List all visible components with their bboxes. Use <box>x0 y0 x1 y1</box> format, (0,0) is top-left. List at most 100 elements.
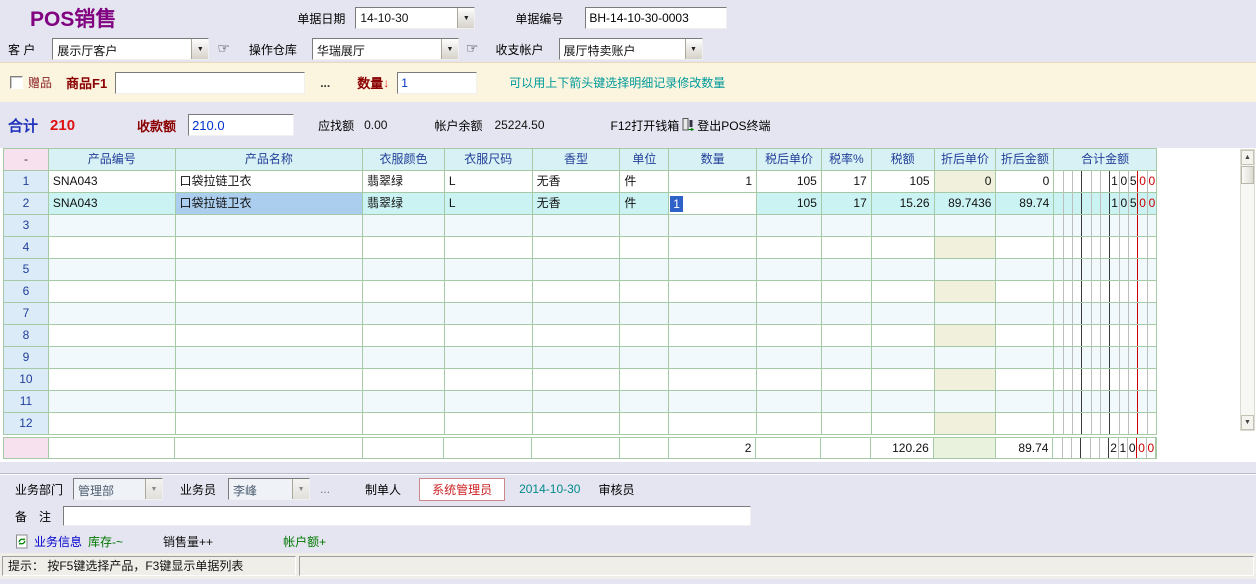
cell-size[interactable] <box>445 391 533 413</box>
cell-disc_price[interactable] <box>935 281 997 303</box>
cell-color[interactable] <box>363 303 445 325</box>
cell-qty[interactable] <box>669 237 757 259</box>
cell-name[interactable] <box>176 413 363 435</box>
cell-color[interactable] <box>363 237 445 259</box>
cell-no[interactable]: 5 <box>4 259 49 281</box>
account-combobox[interactable]: 展厅特卖账户 ▼ <box>559 38 703 60</box>
chevron-down-icon[interactable]: ▼ <box>685 39 702 59</box>
cell-unit[interactable] <box>620 215 669 237</box>
cell-name[interactable] <box>176 237 363 259</box>
cell-tax[interactable] <box>872 215 935 237</box>
chevron-down-icon[interactable]: ▼ <box>191 39 208 59</box>
note-input[interactable] <box>63 506 751 526</box>
table-row-selected[interactable]: 2SNA043口袋拉链卫衣翡翠绿L无香件11051715.2689.743689… <box>4 193 1157 215</box>
cell-name[interactable] <box>176 347 363 369</box>
cell-code[interactable] <box>49 347 176 369</box>
table-row-empty[interactable]: 12 <box>4 413 1157 435</box>
cell-unit[interactable] <box>620 325 669 347</box>
cell-disc_price[interactable] <box>935 303 997 325</box>
salesperson-more-button[interactable]: ... <box>320 482 330 496</box>
cell-amount[interactable] <box>1054 303 1157 325</box>
cell-disc_price[interactable] <box>935 413 997 435</box>
cell-scent[interactable] <box>533 303 621 325</box>
table-row-empty[interactable]: 3 <box>4 215 1157 237</box>
cell-no[interactable]: 7 <box>4 303 49 325</box>
cell-qty[interactable] <box>669 303 757 325</box>
cell-color[interactable]: 翡翠绿 <box>363 193 445 215</box>
cell-tax[interactable] <box>872 347 935 369</box>
cell-price[interactable] <box>757 215 822 237</box>
cell-disc_amount[interactable] <box>996 347 1054 369</box>
cell-color[interactable] <box>363 325 445 347</box>
cell-disc_price[interactable] <box>935 325 997 347</box>
cell-code[interactable] <box>49 413 176 435</box>
cell-qty[interactable] <box>669 325 757 347</box>
product-input[interactable] <box>115 72 305 94</box>
cell-amount[interactable] <box>1054 281 1157 303</box>
cell-name[interactable]: 口袋拉链卫衣 <box>176 193 363 215</box>
table-row[interactable]: 1SNA043口袋拉链卫衣翡翠绿L无香件1105171050010500 <box>4 171 1157 193</box>
cell-tax[interactable] <box>872 281 935 303</box>
cell-qty[interactable] <box>669 281 757 303</box>
cell-code[interactable] <box>49 237 176 259</box>
cell-price[interactable] <box>757 347 822 369</box>
cell-size[interactable] <box>445 347 533 369</box>
cell-color[interactable] <box>363 413 445 435</box>
cell-unit[interactable]: 件 <box>620 171 669 193</box>
cell-code[interactable] <box>49 325 176 347</box>
cell-size[interactable]: L <box>445 193 533 215</box>
cell-code[interactable]: SNA043 <box>49 171 176 193</box>
scroll-down-button[interactable]: ▼ <box>1241 415 1254 430</box>
open-cashbox-button[interactable]: F12打开钱箱 <box>611 117 680 134</box>
cell-name[interactable] <box>176 303 363 325</box>
cell-disc_amount[interactable] <box>996 237 1054 259</box>
cell-color[interactable] <box>363 369 445 391</box>
cell-tax_rate[interactable] <box>822 413 872 435</box>
cell-disc_amount[interactable]: 89.74 <box>996 438 1054 458</box>
cell-amount[interactable] <box>1054 369 1157 391</box>
cell-scent[interactable] <box>533 347 621 369</box>
table-row-empty[interactable]: 9 <box>4 347 1157 369</box>
cell-scent[interactable] <box>532 438 620 458</box>
cell-qty[interactable] <box>669 369 757 391</box>
cell-scent[interactable]: 无香 <box>533 171 621 193</box>
cell-price[interactable] <box>757 369 822 391</box>
cell-name[interactable] <box>176 391 363 413</box>
cell-tax[interactable] <box>872 303 935 325</box>
chevron-down-icon[interactable]: ▼ <box>441 39 458 59</box>
qty-edit-box[interactable]: 1 <box>669 193 756 214</box>
cell-color[interactable] <box>363 215 445 237</box>
cell-size[interactable] <box>445 369 533 391</box>
cell-color[interactable] <box>363 438 445 458</box>
cell-code[interactable] <box>49 369 176 391</box>
cell-disc_price[interactable] <box>935 215 997 237</box>
cell-disc_price[interactable] <box>935 259 997 281</box>
gift-checkbox[interactable] <box>10 76 23 89</box>
cell-code[interactable]: SNA043 <box>49 193 176 215</box>
cell-no[interactable]: 8 <box>4 325 49 347</box>
cell-size[interactable] <box>445 281 533 303</box>
cell-unit[interactable] <box>620 438 669 458</box>
cell-scent[interactable] <box>533 281 621 303</box>
cell-size[interactable]: L <box>445 171 533 193</box>
cell-disc_amount[interactable]: 0 <box>996 171 1054 193</box>
cell-no[interactable]: 3 <box>4 215 49 237</box>
cell-code[interactable] <box>49 438 176 458</box>
cell-code[interactable] <box>49 391 176 413</box>
cell-qty[interactable] <box>669 347 757 369</box>
table-row-empty[interactable]: 7 <box>4 303 1157 325</box>
cell-disc_price[interactable]: 0 <box>935 171 997 193</box>
cell-amount[interactable] <box>1054 391 1157 413</box>
cell-name[interactable] <box>176 369 363 391</box>
cell-scent[interactable] <box>533 413 621 435</box>
cell-tax_rate[interactable] <box>822 325 872 347</box>
cell-unit[interactable] <box>620 369 669 391</box>
cell-code[interactable] <box>49 281 176 303</box>
cell-price[interactable] <box>757 281 822 303</box>
cell-qty[interactable]: 1 <box>669 193 757 215</box>
warehouse-combobox[interactable]: 华瑞展厅 ▼ <box>312 38 459 60</box>
cell-qty[interactable] <box>669 259 757 281</box>
cell-disc_amount[interactable] <box>996 413 1054 435</box>
cell-size[interactable] <box>445 259 533 281</box>
table-row-empty[interactable]: 4 <box>4 237 1157 259</box>
